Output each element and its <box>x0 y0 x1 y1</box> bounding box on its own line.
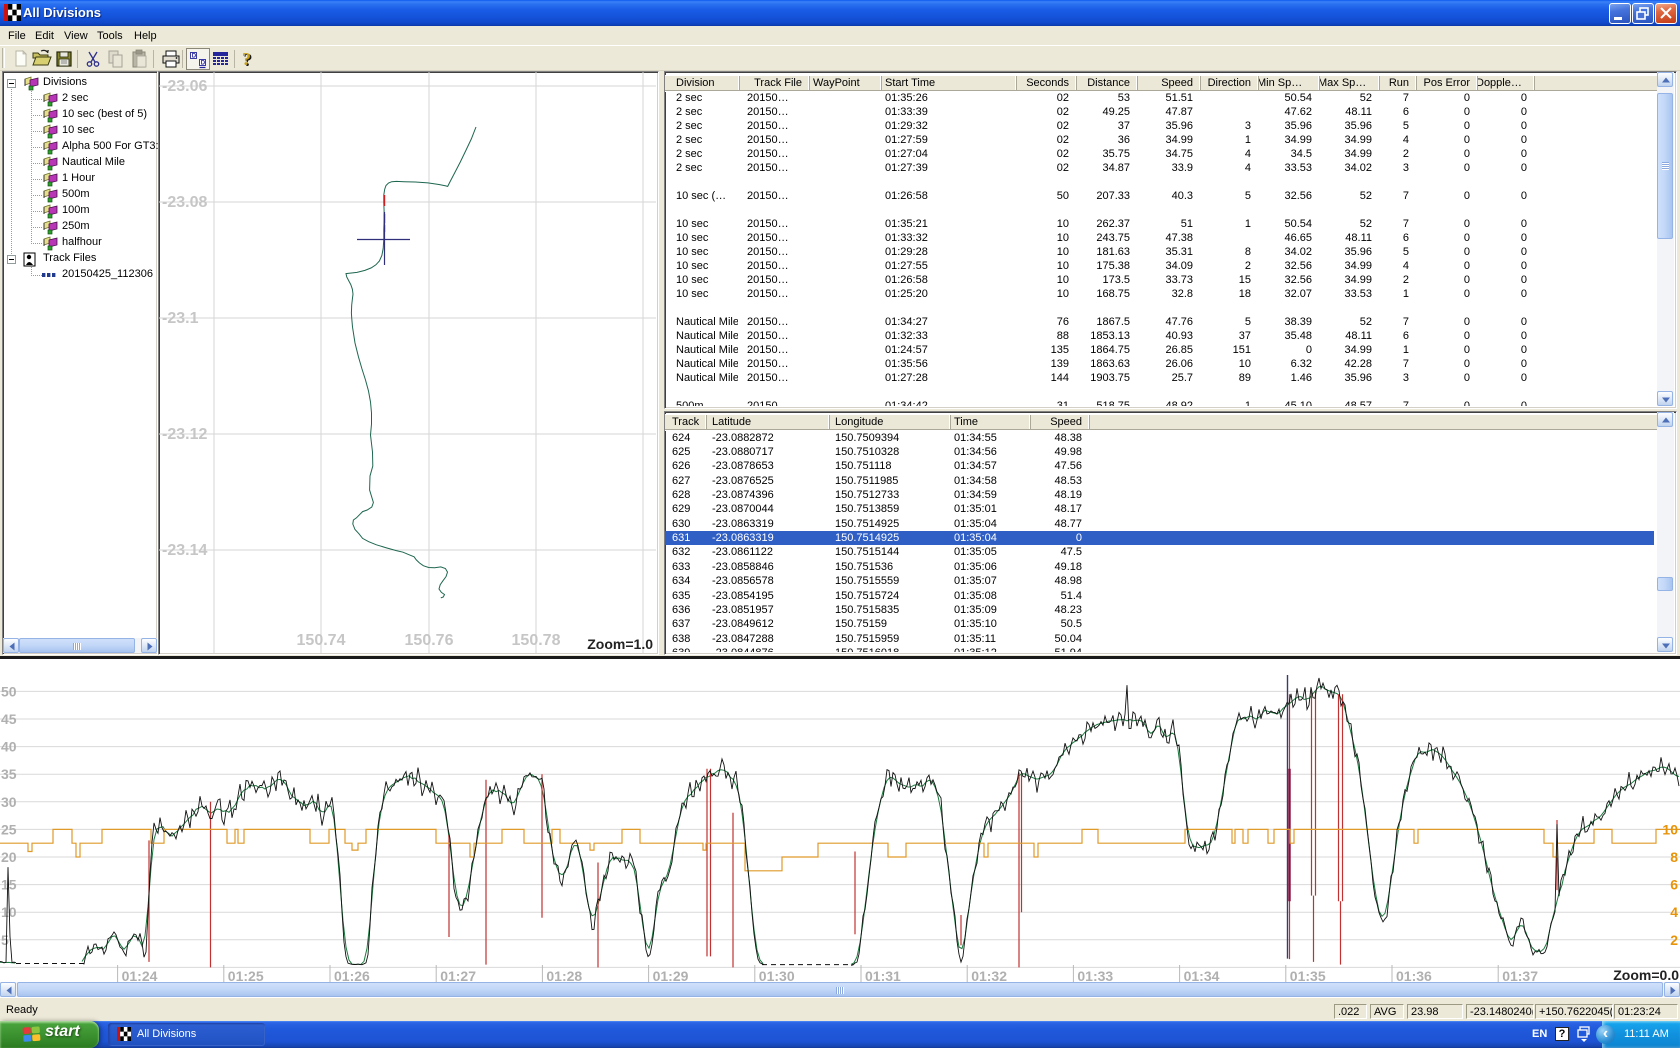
svg-text:Zoom=1.0: Zoom=1.0 <box>587 636 653 652</box>
svg-text:-23.1: -23.1 <box>162 310 199 327</box>
svg-text:D: D <box>192 54 197 60</box>
svg-text:-23.14: -23.14 <box>162 542 207 559</box>
svg-text:6: 6 <box>1670 877 1678 893</box>
svg-text:25: 25 <box>1 821 17 837</box>
svg-text:35: 35 <box>1 766 17 782</box>
svg-text:40: 40 <box>1 739 17 755</box>
svg-text:-23.06: -23.06 <box>162 78 207 95</box>
svg-text:45: 45 <box>1 711 17 727</box>
svg-text:?: ? <box>242 49 251 69</box>
svg-text:2: 2 <box>1670 932 1678 948</box>
svg-text:150.74: 150.74 <box>297 632 346 649</box>
svg-text:150.78: 150.78 <box>512 632 561 649</box>
svg-text:8: 8 <box>1670 849 1678 865</box>
svg-text:50: 50 <box>1 683 17 699</box>
svg-text:30: 30 <box>1 794 17 810</box>
svg-text:150.76: 150.76 <box>405 632 454 649</box>
svg-text:Zoom=0.0: Zoom=0.0 <box>1613 967 1679 983</box>
svg-text:20: 20 <box>1 849 17 865</box>
svg-text:D: D <box>201 61 206 67</box>
svg-text:4: 4 <box>1670 904 1678 920</box>
svg-text:-23.12: -23.12 <box>162 426 207 443</box>
svg-text:5: 5 <box>1 932 9 948</box>
svg-text:10: 10 <box>1662 821 1678 837</box>
svg-text:-23.08: -23.08 <box>162 194 207 211</box>
